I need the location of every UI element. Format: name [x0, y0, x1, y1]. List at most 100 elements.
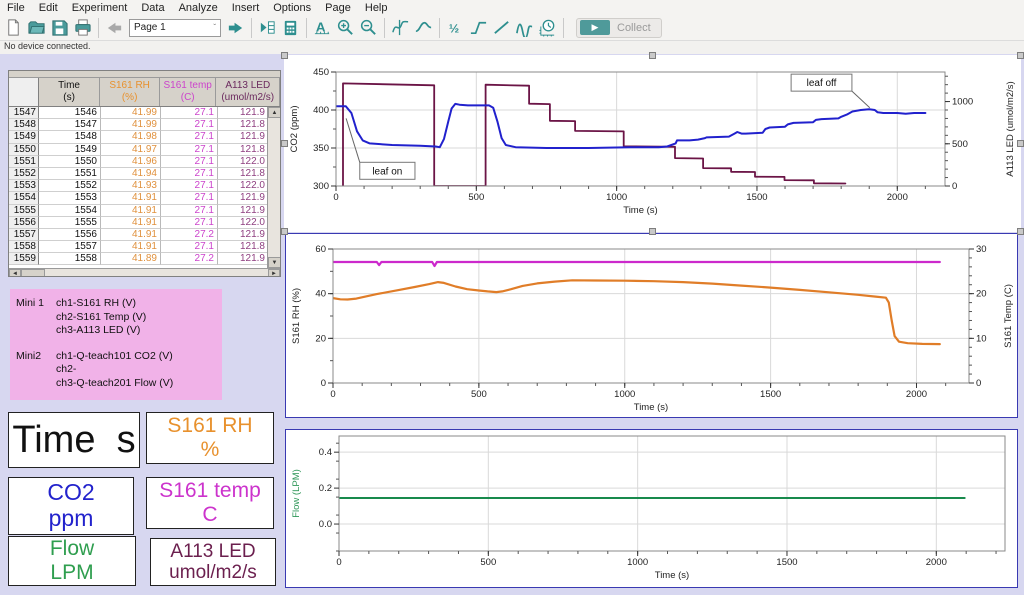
table-cell[interactable]: 1548 [39, 131, 101, 143]
selection-handle[interactable] [1017, 228, 1024, 235]
menu-page[interactable]: Page [318, 2, 358, 14]
table-cell[interactable]: 27.1 [161, 156, 218, 168]
meter-s161-temp[interactable]: S161 tempC [146, 477, 274, 529]
selection-handle[interactable] [281, 52, 288, 59]
table-cell[interactable]: 121.9 [218, 205, 269, 217]
selection-handle[interactable] [1017, 52, 1024, 59]
data-table[interactable]: Time(s)S161 RH(%)S161 temp(C)A113 LED(um… [8, 70, 281, 277]
data-collection-icon[interactable] [537, 17, 558, 38]
table-cell[interactable]: 1555 [39, 217, 101, 229]
selection-handle[interactable] [649, 52, 656, 59]
table-cell[interactable]: 1557 [39, 241, 101, 253]
insert-data-table-icon[interactable] [257, 17, 278, 38]
table-cell[interactable]: 41.97 [101, 144, 161, 156]
selection-handle[interactable] [649, 228, 656, 235]
next-page-arrow-icon[interactable] [225, 17, 246, 38]
scroll-left-icon[interactable]: ◄ [9, 269, 21, 277]
table-cell[interactable]: 121.8 [218, 144, 269, 156]
print-icon[interactable] [72, 17, 93, 38]
table-cell[interactable]: 122.0 [218, 156, 269, 168]
meter-a113-led[interactable]: A113 LEDumol/m2/s [150, 538, 276, 586]
table-cell[interactable]: 27.1 [161, 180, 218, 192]
table-horizontal-scrollbar[interactable]: ◄ ► [9, 268, 280, 277]
meter-s161-rh[interactable]: S161 RH% [146, 412, 274, 464]
menu-options[interactable]: Options [266, 2, 318, 14]
table-cell[interactable]: 121.8 [218, 241, 269, 253]
table-cell[interactable]: 1554 [39, 205, 101, 217]
scroll-down-icon[interactable]: ▼ [268, 257, 280, 268]
scroll-up-icon[interactable]: ▲ [268, 107, 280, 118]
table-cell[interactable]: 41.91 [101, 241, 161, 253]
menu-experiment[interactable]: Experiment [65, 2, 135, 14]
linear-fit-icon[interactable] [491, 17, 512, 38]
table-cell[interactable]: 121.9 [218, 229, 269, 241]
table-cell[interactable]: 41.89 [101, 253, 161, 265]
table-cell[interactable]: 27.1 [161, 144, 218, 156]
examine-icon[interactable] [390, 17, 411, 38]
table-cell[interactable]: 27.1 [161, 119, 218, 131]
table-cell[interactable]: 41.99 [101, 119, 161, 131]
table-cell[interactable]: 41.96 [101, 156, 161, 168]
menu-edit[interactable]: Edit [32, 2, 65, 14]
selection-handle[interactable] [1017, 140, 1024, 147]
zoom-out-icon[interactable] [358, 17, 379, 38]
table-cell[interactable]: 27.2 [161, 253, 218, 265]
statistics-icon[interactable] [514, 17, 535, 38]
table-cell[interactable]: 1551 [39, 168, 101, 180]
table-cell[interactable]: 27.1 [161, 205, 218, 217]
meter-flow[interactable]: FlowLPM [8, 536, 136, 586]
graph-rh-temp[interactable]: 0500100015002000Time (s)0204060S161 RH (… [285, 233, 1018, 418]
calculator-icon[interactable] [280, 17, 301, 38]
menu-file[interactable]: File [0, 2, 32, 14]
table-cell[interactable]: 41.91 [101, 192, 161, 204]
table-cell[interactable]: 121.8 [218, 119, 269, 131]
save-icon[interactable] [49, 17, 70, 38]
column-header-time[interactable]: Time(s) [39, 78, 101, 106]
page-selector[interactable]: Page 1 ˇ [129, 19, 221, 37]
table-cell[interactable]: 41.93 [101, 180, 161, 192]
graph-flow[interactable]: 0500100015002000Time (s)0.00.20.4Flow (L… [285, 429, 1018, 588]
prev-page-arrow-icon[interactable] [104, 17, 125, 38]
meter-time[interactable]: Time s [8, 412, 140, 468]
table-cell[interactable]: 121.9 [218, 131, 269, 143]
table-cell[interactable]: 27.1 [161, 131, 218, 143]
table-vertical-scrollbar[interactable]: ▲ ▼ [267, 107, 280, 268]
table-cell[interactable]: 27.1 [161, 168, 218, 180]
tangent-icon[interactable] [413, 17, 434, 38]
table-cell[interactable]: 121.9 [218, 107, 269, 119]
table-cell[interactable]: 41.91 [101, 229, 161, 241]
table-cell[interactable]: 41.99 [101, 107, 161, 119]
scroll-right-icon[interactable]: ► [268, 269, 280, 277]
table-cell[interactable]: 1556 [39, 229, 101, 241]
menu-data[interactable]: Data [134, 2, 171, 14]
column-header-s161-rh[interactable]: S161 RH(%) [100, 78, 160, 106]
menu-insert[interactable]: Insert [225, 2, 267, 14]
table-cell[interactable]: 121.9 [218, 253, 269, 265]
half-fraction-icon[interactable]: ½ [445, 17, 466, 38]
table-cell[interactable]: 41.94 [101, 168, 161, 180]
table-cell[interactable]: 1553 [39, 192, 101, 204]
table-cell[interactable]: 121.8 [218, 168, 269, 180]
curve-fit-icon[interactable] [468, 17, 489, 38]
menu-help[interactable]: Help [358, 2, 395, 14]
selection-handle[interactable] [281, 140, 288, 147]
autoscale-icon[interactable]: A [312, 17, 333, 38]
zoom-in-icon[interactable] [335, 17, 356, 38]
table-cell[interactable]: 27.1 [161, 107, 218, 119]
selection-handle[interactable] [281, 228, 288, 235]
table-cell[interactable]: 1546 [39, 107, 101, 119]
new-document-icon[interactable] [3, 17, 24, 38]
column-header-a113-led[interactable]: A113 LED(umol/m2/s) [216, 78, 280, 106]
table-cell[interactable]: 1550 [39, 156, 101, 168]
table-cell[interactable]: 27.1 [161, 241, 218, 253]
table-cell[interactable]: 1552 [39, 180, 101, 192]
table-cell[interactable]: 41.98 [101, 131, 161, 143]
table-cell[interactable]: 1558 [39, 253, 101, 265]
table-cell[interactable]: 122.0 [218, 217, 269, 229]
meter-co2[interactable]: CO2ppm [8, 477, 134, 535]
graph-co2-led[interactable]: 0500100015002000Time (s)300350400450CO2 … [284, 55, 1021, 232]
table-cell[interactable]: 41.91 [101, 217, 161, 229]
table-cell[interactable]: 41.91 [101, 205, 161, 217]
table-cell[interactable]: 121.9 [218, 192, 269, 204]
table-cell[interactable]: 1549 [39, 144, 101, 156]
